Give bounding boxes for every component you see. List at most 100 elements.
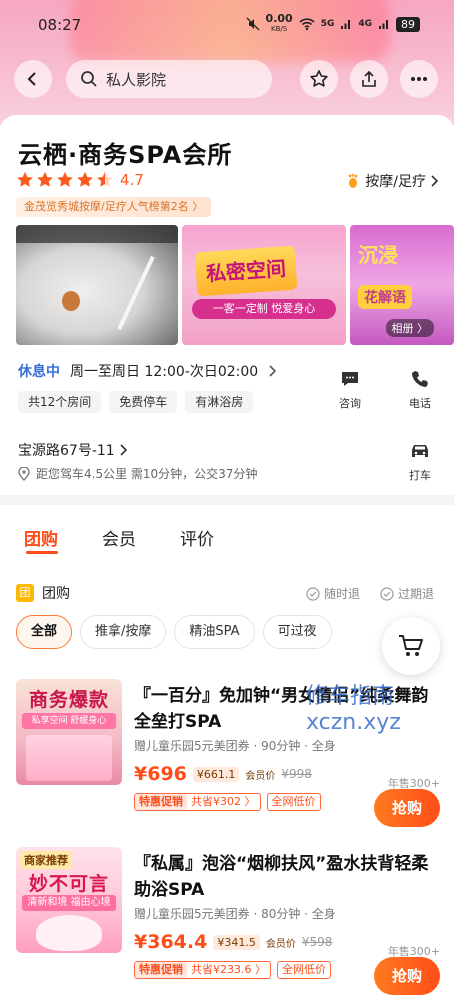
chevron-right-icon [269,365,277,377]
facility-chip: 有淋浴房 [185,391,254,413]
location-icon [18,466,30,481]
deal-title[interactable]: 『私属』泡浴“烟柳扶风”盈水扶背轻柔助浴SPA [134,851,434,903]
member-price-label: 会员价 [265,938,296,950]
consult-button[interactable]: 咨询 [330,365,370,411]
signal-icon [341,20,351,29]
deal-image-sub: 私享空间 舒缓身心 [22,713,116,729]
deal-image[interactable]: 商务爆款 私享空间 舒缓身心 [16,679,122,785]
distance-text: 距您驾车4.5公里 需10分钟，公交37分钟 [36,467,258,481]
groupbuy-header: 团 团购 [16,583,70,603]
cart-icon [399,635,423,656]
photo-gallery[interactable]: 私密空间 一客一定制 悦爱身心 沉浸 花解语 相册 〉 [16,225,454,345]
status-time: 08:27 [38,16,82,34]
signal-4g: 4G [358,19,372,29]
gallery-photo-immersive[interactable]: 沉浸 花解语 相册 〉 [350,225,454,345]
deal-meta: 赠儿童乐园5元美团券 · 90分钟 · 全身 [134,739,336,753]
chevron-left-icon [27,72,36,86]
gallery-t1: 沉浸 [358,243,398,267]
more-button[interactable] [400,60,438,98]
chat-icon [342,372,358,386]
rating-score: 4.7 [120,171,144,189]
check-circle-icon [306,586,320,601]
gallery-t2: 花解语 [358,285,412,309]
battery-indicator: 89 [396,16,420,32]
tab-reviews[interactable]: 评价 [180,525,214,550]
member-price: ¥341.5 [213,934,260,950]
album-button[interactable]: 相册 〉 [385,319,434,337]
header-banner: 08:27 0.00 KB/S 5G 4G 89 私人影院 [0,0,454,125]
deal-meta: 赠儿童乐园5元美团券 · 80分钟 · 全身 [134,907,336,921]
filter-overnight[interactable]: 可过夜 [262,615,332,649]
tab-member[interactable]: 会员 [102,525,136,550]
refund-expired: 过期退 [380,585,434,602]
status-bar: 08:27 0.00 KB/S 5G 4G 89 [0,0,454,48]
star-half-icon [97,171,113,187]
watermark-line2: xczn.xyz [306,710,401,735]
deal-tags: 特惠促销 共省¥233.6 〉 全网低价 [134,961,331,979]
watermark-line1: 修车指南 [306,684,395,709]
favorite-button[interactable] [300,60,338,98]
refund-anytime: 随时退 [306,585,360,602]
buy-button[interactable]: 抢购 [374,789,440,827]
distance-info: 距您驾车4.5公里 需10分钟，公交37分钟 [18,465,257,482]
deal-image[interactable]: 商家推荐 妙不可言 清新和境 福由心境 [16,847,122,953]
filter-all[interactable]: 全部 [16,615,73,649]
promo-tag[interactable]: 特惠促销 共省¥302 〉 [134,793,261,811]
back-button[interactable] [14,60,52,98]
deal-price: ¥696 [134,763,187,785]
rating-stars [16,171,114,189]
address-link[interactable]: 宝源路67号-11 [18,440,127,460]
deal-prices: ¥364.4 ¥341.5 会员价 ¥598 [134,931,332,953]
more-icon [411,77,427,81]
groupbuy-title: 团购 [42,586,70,602]
deal-image-head: 商务爆款 [28,689,109,711]
chevron-right-icon [431,175,438,187]
deal-prices: ¥696 ¥661.1 会员价 ¥998 [134,763,312,785]
call-label: 电话 [409,397,431,410]
business-hours[interactable]: 休息中 周一至周日 12:00-次日02:00 [18,361,277,381]
watermark: 修车指南 xczn.xyz [306,684,401,736]
wifi-icon [299,18,315,31]
groupbuy-badge: 团 [16,584,34,602]
tab-indicator [26,551,58,554]
star-icon [77,171,93,187]
facility-chip: 共12个房间 [18,391,102,413]
promo-tag[interactable]: 特惠促销 共省¥233.6 〉 [134,961,271,979]
chevron-right-icon [120,444,127,456]
gallery-photo-private-room[interactable]: 私密空间 一客一定制 悦爱身心 [182,225,346,345]
phone-icon [412,371,428,387]
signal-5g: 5G [320,19,335,29]
buy-button[interactable]: 抢购 [374,957,440,995]
category-label: 按摩/足疗 [365,174,426,190]
deal-tags: 特惠促销 共省¥302 〉 全网低价 [134,793,321,811]
call-button[interactable]: 电话 [400,365,440,411]
foot-icon [348,174,358,188]
cart-button[interactable] [382,617,440,675]
tab-groupbuy[interactable]: 团购 [24,525,58,550]
deal-card[interactable]: 商家推荐 妙不可言 清新和境 福由心境 『私属』泡浴“烟柳扶风”盈水扶背轻柔助浴… [0,847,454,997]
gallery-sign-text: 私密空间 [194,245,298,297]
share-button[interactable] [350,60,388,98]
gallery-photo-bath[interactable] [16,225,178,345]
search-input[interactable]: 私人影院 [66,60,272,98]
category-link[interactable]: 按摩/足疗 [345,171,438,191]
net-speed: 0.00 KB/S [265,12,293,33]
filter-oil-spa[interactable]: 精油SPA [174,615,255,649]
lowest-price-tag: 全网低价 [266,793,321,811]
taxi-button[interactable]: 打车 [400,437,440,483]
share-icon [362,70,376,87]
gallery-sub-text: 一客一定制 悦爱身心 [192,299,336,319]
facility-chips: 共12个房间 免费停车 有淋浴房 [18,391,254,413]
groupbuy-section: 团 团购 随时退 过期退 全部 推拿/按摩 精油SPA 可过夜 商务爆款 私享空… [0,565,454,1000]
lowest-price-tag: 全网低价 [277,961,331,979]
deal-image-head: 妙不可言 [28,873,109,895]
filter-massage[interactable]: 推拿/按摩 [80,615,167,649]
check-circle-icon [380,586,394,601]
rank-badge[interactable]: 金茂览秀城按摩/足疗人气榜第2名 〉 [16,197,212,217]
facility-chip: 免费停车 [109,391,178,413]
section-divider [0,495,454,505]
shop-info-card: 云栖·商务SPA会所 4.7 按摩/足疗 金茂览秀城按摩/足疗人气榜第2名 〉 … [0,115,454,495]
tab-bar: 团购 会员 评价 [0,505,454,565]
address-text: 宝源路67号-11 [18,443,115,459]
original-price: ¥998 [281,767,312,781]
